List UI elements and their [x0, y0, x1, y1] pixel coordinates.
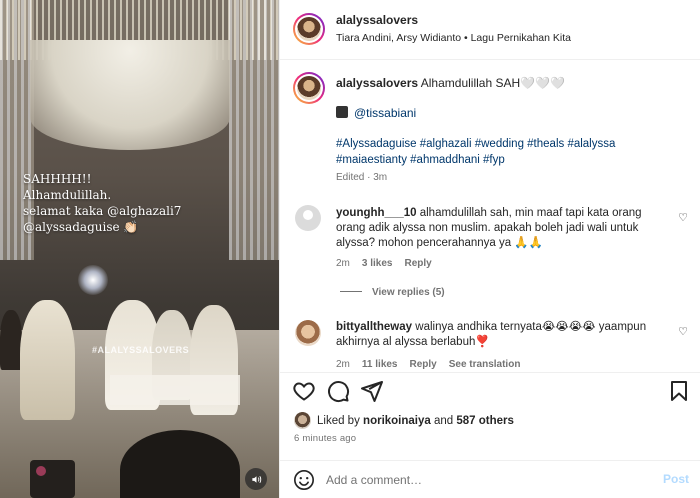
video-overlay-text: SAHHHH!! Alhamdulillah. selamat kaka @al… [23, 171, 233, 235]
reply-button[interactable]: Reply [405, 258, 432, 269]
liked-by-prefix: Liked by [317, 414, 360, 427]
comment-likes[interactable]: 3 likes [362, 258, 393, 269]
avatar[interactable] [293, 72, 325, 104]
bride-figure [20, 300, 75, 420]
caption-body: Alhamdulillah SAH🤍🤍🤍 [420, 76, 565, 90]
camera-icon [336, 106, 348, 118]
guest-figure [0, 310, 22, 370]
post-detail-panel: alalyssalovers Tiara Andini, Arsy Widian… [279, 0, 700, 498]
share-icon[interactable] [360, 379, 384, 403]
comment-username[interactable]: younghh___10 [336, 207, 417, 219]
post-media[interactable]: SAHHHH!! Alhamdulillah. selamat kaka @al… [0, 0, 279, 498]
phone-in-hand [30, 460, 75, 498]
caption-username[interactable]: alalyssalovers [336, 76, 418, 90]
overlay-line: @alyssadaguise 👏🏻 [23, 220, 139, 234]
post-author-username[interactable]: alalyssalovers [336, 13, 418, 27]
liked-by-user[interactable]: norikoinaiya [363, 415, 431, 427]
avatar [294, 412, 311, 429]
ceremony-table [110, 375, 240, 405]
bookmark-icon[interactable] [667, 379, 691, 403]
stage-light [78, 265, 108, 295]
comment-text: younghh___10 alhamdulillah sah, min maaf… [336, 206, 656, 251]
comment-composer: Post [280, 460, 700, 498]
comment-text: bittyalltheway walinya andhika ternyata😭… [336, 320, 656, 350]
liked-by-count[interactable]: 587 others [456, 415, 514, 427]
view-replies-label[interactable]: View replies (5) [372, 287, 445, 298]
caption-hashtags[interactable]: #Alyssadaguise #alghazali #wedding #thea… [336, 136, 636, 168]
comment-likes[interactable]: 11 likes [362, 359, 398, 370]
mention-link[interactable]: @tissabiani [354, 106, 416, 120]
emoji-icon[interactable] [293, 469, 315, 491]
avatar[interactable] [293, 13, 325, 45]
comment-meta: 2m 11 likes Reply See translation [336, 359, 532, 370]
liked-by-and: and [434, 414, 454, 427]
post-action-bar [280, 372, 700, 408]
comment-icon[interactable] [326, 379, 350, 403]
replies-divider [340, 291, 362, 292]
comments-scroll-area[interactable]: alalyssalovers Alhamdulillah SAH🤍🤍🤍 @tis… [280, 60, 700, 372]
post-header: alalyssalovers Tiara Andini, Arsy Widian… [280, 0, 700, 60]
caption-mention[interactable]: @tissabiani [336, 106, 416, 120]
video-watermark: #ALALYSSALOVERS [92, 345, 190, 355]
caption-text: alalyssalovers Alhamdulillah SAH🤍🤍🤍 [336, 76, 565, 90]
avatar[interactable] [295, 205, 321, 231]
like-comment-heart-icon[interactable]: ♡ [677, 212, 689, 224]
curtain-right [229, 0, 279, 260]
caption-edited-time: Edited · 3m [336, 172, 388, 183]
audio-track-link[interactable]: Tiara Andini, Arsy Widianto • Lagu Perni… [336, 32, 571, 44]
comment-username[interactable]: bittyalltheway [336, 321, 412, 333]
see-translation-button[interactable]: See translation [449, 359, 521, 370]
comment-time: 2m [336, 258, 350, 269]
like-comment-heart-icon[interactable]: ♡ [677, 326, 689, 338]
heart-icon[interactable] [292, 379, 316, 403]
overlay-line: SAHHHH!! [23, 172, 92, 186]
post-timestamp: 6 minutes ago [294, 433, 357, 444]
canopy-decor [30, 40, 230, 150]
overlay-line: selamat kaka @alghazali7 [23, 204, 182, 218]
comment-input[interactable] [326, 471, 626, 489]
speaker-icon[interactable] [245, 468, 267, 490]
reply-button[interactable]: Reply [410, 359, 437, 370]
comment-time: 2m [336, 359, 350, 370]
post-comment-button[interactable]: Post [663, 472, 689, 486]
view-replies-button[interactable]: View replies (5) [340, 287, 445, 298]
avatar[interactable] [295, 320, 321, 346]
likes-summary[interactable]: Liked by norikoinaiya and 587 others [294, 412, 514, 429]
overlay-line: Alhamdulillah. [23, 188, 112, 202]
comment-meta: 2m 3 likes Reply [336, 258, 444, 269]
